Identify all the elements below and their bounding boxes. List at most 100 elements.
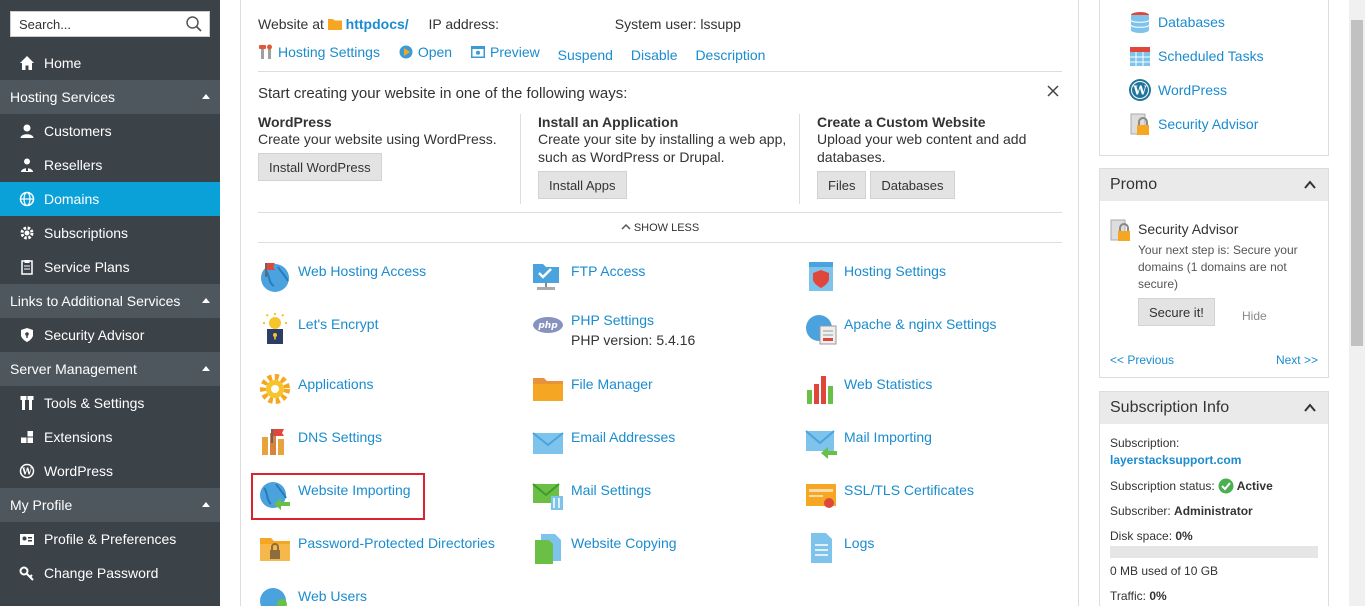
custom-website-desc-1: Upload your web content and add — [817, 131, 1027, 147]
tool-website-copying[interactable]: Website Copying — [531, 531, 677, 565]
nav-subscriptions[interactable]: Subscriptions — [0, 216, 220, 250]
nav-customers[interactable]: Customers — [0, 114, 220, 148]
tool-web-hosting-access-label: Web Hosting Access — [298, 263, 427, 279]
nav-resellers[interactable]: Resellers — [0, 148, 220, 182]
files-button[interactable]: Files — [817, 171, 867, 199]
hosting-settings-link[interactable]: Hosting Settings — [258, 44, 380, 60]
security-lock-icon — [1130, 113, 1149, 135]
quick-link-wordpress[interactable]: W WordPress — [1128, 78, 1227, 102]
tool-dns-settings[interactable]: DNS Settings — [258, 425, 382, 459]
section-links-additional[interactable]: Links to Additional Services — [0, 284, 220, 318]
subscription-label: Subscription: — [1110, 436, 1180, 450]
description-link[interactable]: Description — [695, 47, 765, 63]
next-link[interactable]: Next >> — [1276, 353, 1318, 367]
nav-extensions[interactable]: Extensions — [0, 420, 220, 454]
promo-header[interactable]: Promo — [1100, 169, 1328, 201]
tool-mail-settings[interactable]: Mail Settings — [531, 478, 651, 512]
chevron-up-icon[interactable] — [1304, 402, 1316, 414]
install-application-desc-1: Create your site by installing a web app… — [538, 131, 787, 147]
search-input[interactable] — [11, 12, 181, 36]
nav-service-plans[interactable]: Service Plans — [0, 250, 220, 284]
promo-text-line-3: secure) — [1138, 277, 1179, 291]
secure-it-button[interactable]: Secure it! — [1138, 298, 1215, 326]
folder-icon — [327, 19, 342, 30]
key-icon — [18, 564, 36, 582]
nav-profile-preferences[interactable]: Profile & Preferences — [0, 522, 220, 556]
open-link[interactable]: Open — [398, 44, 452, 60]
tool-applications-label: Applications — [298, 376, 374, 392]
tool-logs[interactable]: Logs — [804, 531, 874, 565]
web-users-icon — [260, 588, 287, 606]
databases-button[interactable]: Databases — [870, 171, 955, 199]
section-hosting-services[interactable]: Hosting Services — [0, 80, 220, 114]
page-scrollbar[interactable] — [1349, 0, 1365, 606]
section-my-profile-label: My Profile — [10, 497, 73, 513]
tool-lets-encrypt[interactable]: Let's Encrypt — [258, 312, 379, 346]
promo-text: Your next step is: Secure your domains (… — [1138, 242, 1298, 293]
install-wordpress-button[interactable]: Install WordPress — [258, 153, 382, 181]
website-importing-highlight — [251, 473, 425, 520]
httpdocs-link[interactable]: httpdocs/ — [346, 16, 409, 32]
custom-website-column: Create a Custom Website Upload your web … — [799, 114, 1061, 204]
tool-applications[interactable]: Applications — [258, 372, 374, 406]
chevron-up-icon[interactable] — [1304, 179, 1316, 191]
shield-icon — [18, 326, 36, 344]
subscription-link[interactable]: layerstacksupport.com — [1110, 453, 1241, 467]
tool-php-settings[interactable]: php PHP Settings PHP version: 5.4.16 — [531, 312, 695, 348]
install-apps-button[interactable]: Install Apps — [538, 171, 627, 199]
search-icon[interactable] — [185, 15, 203, 33]
nav-change-password[interactable]: Change Password — [0, 556, 220, 590]
reseller-icon — [18, 156, 36, 174]
gear-icon — [18, 224, 36, 242]
tool-file-manager[interactable]: File Manager — [531, 372, 653, 406]
ip-label: IP address: — [428, 16, 500, 32]
tool-ftp-access[interactable]: FTP Access — [531, 259, 645, 293]
show-less-toggle[interactable]: SHOW LESS — [258, 213, 1062, 243]
tool-hosting-settings[interactable]: Hosting Settings — [804, 259, 946, 293]
section-my-profile[interactable]: My Profile — [0, 488, 220, 522]
disk-usage-bar — [1110, 546, 1318, 558]
right-sidebar: Databases Scheduled Tasks W WordPress Se… — [1099, 0, 1329, 606]
disable-link[interactable]: Disable — [631, 47, 678, 63]
quick-link-scheduled-tasks[interactable]: Scheduled Tasks — [1128, 44, 1264, 68]
quick-link-databases[interactable]: Databases — [1128, 10, 1225, 34]
tool-web-hosting-access[interactable]: Web Hosting Access — [258, 259, 426, 293]
hide-link[interactable]: Hide — [1242, 309, 1267, 323]
section-server-management[interactable]: Server Management — [0, 352, 220, 386]
nav-extensions-label: Extensions — [44, 429, 113, 445]
chevron-up-icon — [621, 223, 631, 230]
nav-tools-settings[interactable]: Tools & Settings — [0, 386, 220, 420]
nav-home-label: Home — [44, 55, 82, 71]
search-box[interactable] — [10, 11, 210, 37]
preview-link[interactable]: Preview — [470, 44, 540, 60]
suspend-link[interactable]: Suspend — [558, 47, 613, 63]
subscription-info-panel: Subscription Info Subscription: layersta… — [1099, 391, 1329, 606]
nav-security-advisor[interactable]: Security Advisor — [0, 318, 220, 352]
nav-domains[interactable]: Domains — [0, 182, 220, 216]
tool-email-addresses[interactable]: Email Addresses — [531, 425, 675, 459]
website-at-label: Website at — [258, 16, 324, 32]
extensions-icon — [18, 428, 36, 446]
tool-web-statistics[interactable]: Web Statistics — [804, 372, 932, 406]
tool-hosting-settings-label: Hosting Settings — [844, 263, 946, 279]
nav-wordpress[interactable]: W WordPress — [0, 454, 220, 488]
tool-web-users[interactable]: Web Users — [258, 584, 367, 606]
close-icon[interactable] — [1046, 84, 1060, 98]
subscription-info-header[interactable]: Subscription Info — [1100, 392, 1328, 424]
tool-ssl-tls[interactable]: SSL/TLS Certificates — [804, 478, 974, 512]
tool-apache-nginx[interactable]: Apache & nginx Settings — [804, 312, 997, 346]
show-less-label: SHOW LESS — [633, 222, 700, 234]
logs-document-icon — [811, 533, 832, 563]
tool-password-protected-directories[interactable]: Password-Protected Directories — [258, 531, 495, 565]
previous-link[interactable]: << Previous — [1110, 353, 1174, 367]
suspend-label: Suspend — [557, 47, 613, 63]
svg-text:php: php — [537, 321, 558, 331]
scrollbar-thumb[interactable] — [1351, 20, 1363, 346]
email-envelope-icon — [532, 432, 564, 454]
nav-home[interactable]: Home — [0, 46, 220, 80]
install-application-column: Install an Application Create your site … — [520, 114, 800, 204]
quick-link-security-advisor[interactable]: Security Advisor — [1128, 112, 1258, 136]
start-creating-box: Start creating your website in one of th… — [258, 71, 1062, 213]
php-icon: php — [533, 317, 563, 333]
tool-mail-importing[interactable]: Mail Importing — [804, 425, 932, 459]
